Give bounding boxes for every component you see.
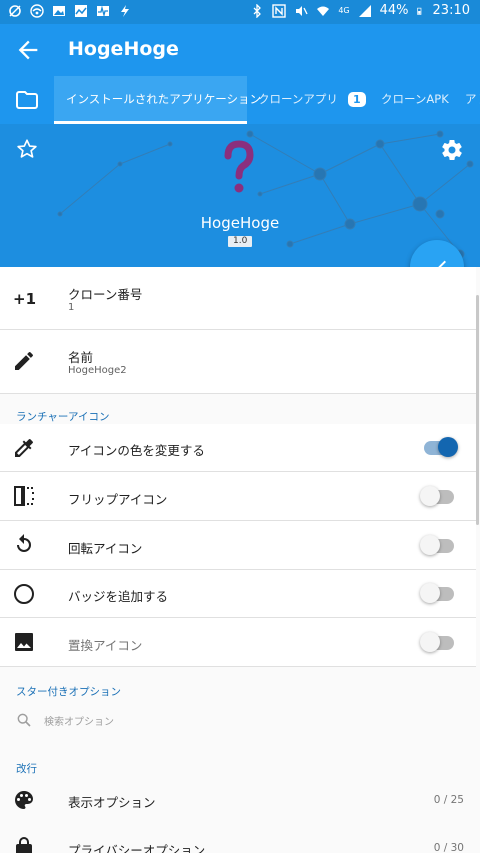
wifi-signal-icon <box>317 6 330 16</box>
sync-icon <box>9 5 21 17</box>
add-badge-toggle[interactable] <box>420 583 454 603</box>
network-type: 4G <box>338 6 350 15</box>
image-icon <box>15 633 33 651</box>
add-badge-row[interactable]: バッジを追加する <box>0 570 476 618</box>
flip-icon-toggle[interactable] <box>420 486 454 506</box>
tab-installed-apps[interactable]: インストールされたアプリケーション <box>54 76 261 124</box>
app-header-banner: HogeHoge 1.0 <box>0 124 480 267</box>
star-icon[interactable] <box>16 138 38 160</box>
clone-number-value: 1 <box>68 302 75 313</box>
tab-label: アド <box>465 92 480 106</box>
app-bar: HogeHoge <box>0 24 480 76</box>
replace-icon-toggle[interactable] <box>420 632 454 652</box>
option-group-label: 表示オプション <box>68 795 156 810</box>
option-group-count: 0 / 25 <box>433 794 464 806</box>
version-badge: 1.0 <box>228 236 253 247</box>
palette-icon <box>15 791 33 809</box>
launcher-icon-section-title: ランチャーアイコン <box>16 411 110 423</box>
newline-section-title: 改行 <box>16 763 37 775</box>
eyedropper-icon <box>15 439 33 457</box>
gallery-icon <box>75 5 87 17</box>
starred-options-section-title: スター付きオプション <box>16 686 121 698</box>
option-label: バッジを追加する <box>68 589 169 604</box>
nfc-icon <box>272 3 287 18</box>
search-placeholder: 検索オプション <box>44 717 114 728</box>
tab-cloned-apps[interactable]: クローンアプリ 1 <box>258 76 366 124</box>
app-name: HogeHoge <box>200 214 280 232</box>
rotate-icon-toggle[interactable] <box>420 535 454 555</box>
rotate-icon-row[interactable]: 回転アイコン <box>0 521 476 570</box>
name-value: HogeHoge2 <box>68 365 127 376</box>
folder-icon[interactable] <box>14 88 40 112</box>
flash-icon <box>121 5 129 17</box>
cell-signal-icon <box>358 4 371 17</box>
privacy-options-row[interactable]: プライバシーオプション 0 / 30 <box>0 824 476 853</box>
scrollbar[interactable] <box>476 295 479 525</box>
name-row[interactable]: 名前 HogeHoge2 <box>0 330 476 394</box>
image-icon <box>53 6 65 16</box>
battery-icon <box>416 7 421 15</box>
search-options-field[interactable]: 検索オプション <box>0 702 476 738</box>
tab-cloned-apk[interactable]: クローンAPK <box>381 76 449 124</box>
option-label: 置換アイコン <box>68 638 143 653</box>
tab-label: クローンアプリ <box>258 92 338 106</box>
clone-number-label: クローン番号 <box>68 287 143 302</box>
flip-icon-row[interactable]: フリップアイコン <box>0 472 476 521</box>
app-icon-placeholder <box>224 140 254 193</box>
clock: 23:10 <box>432 3 470 18</box>
replace-icon-row[interactable]: 置換アイコン <box>0 618 476 667</box>
option-label: 回転アイコン <box>68 541 143 556</box>
circle-icon <box>14 584 34 604</box>
change-icon-color-row[interactable]: アイコンの色を変更する <box>0 424 476 472</box>
gear-icon[interactable] <box>440 138 464 162</box>
count-badge: 1 <box>347 92 366 107</box>
name-label: 名前 <box>68 350 94 365</box>
plus-one-icon: +1 <box>13 290 36 308</box>
option-group-label: プライバシーオプション <box>68 843 206 853</box>
pencil-icon <box>15 351 33 370</box>
rotate-icon <box>17 534 31 552</box>
lock-icon <box>16 837 32 853</box>
status-bar: 4G 44% 23:10 <box>0 0 480 24</box>
option-label: フリップアイコン <box>68 492 168 507</box>
option-label: アイコンの色を変更する <box>68 443 205 458</box>
tab-label: インストールされたアプリケーション <box>66 92 262 106</box>
page-title: HogeHoge <box>68 38 179 60</box>
tab-more[interactable]: アド <box>465 76 480 124</box>
activity-icon <box>97 5 109 18</box>
battery-percent: 44% <box>379 3 409 18</box>
wifi-icon <box>30 4 44 18</box>
tab-label: クローンAPK <box>381 92 449 106</box>
back-arrow-icon[interactable] <box>14 36 42 64</box>
svg-text:+1: +1 <box>13 290 36 308</box>
display-options-row[interactable]: 表示オプション 0 / 25 <box>0 776 476 824</box>
option-group-count: 0 / 30 <box>433 842 464 853</box>
change-icon-color-toggle[interactable] <box>424 437 458 457</box>
search-icon <box>17 713 31 727</box>
mute-icon <box>296 5 308 16</box>
tab-bar: インストールされたアプリケーション クローンアプリ 1 クローンAPK アド <box>0 76 480 124</box>
bluetooth-icon <box>253 3 262 18</box>
clone-number-row[interactable]: +1 クローン番号 1 <box>0 267 476 330</box>
flip-icon <box>14 486 34 506</box>
